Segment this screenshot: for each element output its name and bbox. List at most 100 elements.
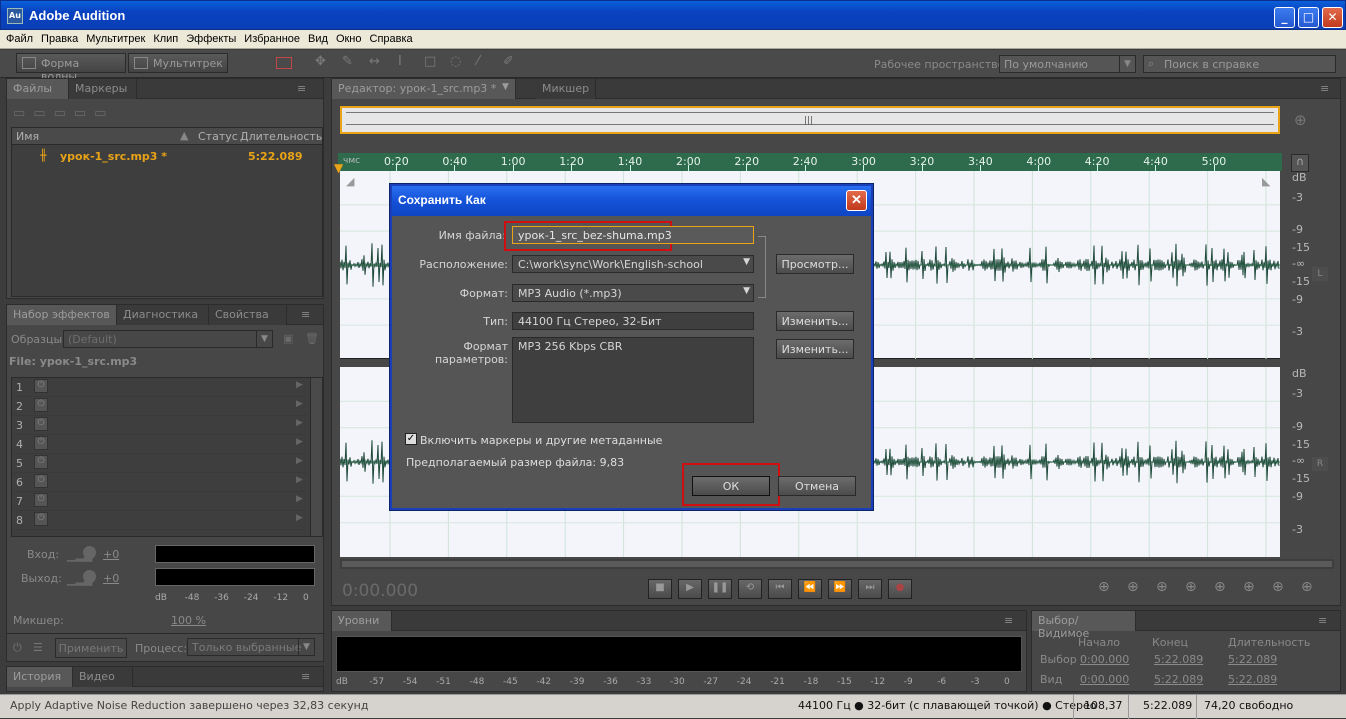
horizontal-scrollbar[interactable] [340,559,1334,569]
spot-healing-tool-icon[interactable]: ✐ [503,54,514,69]
menu-effects[interactable]: Эффекты [182,30,240,45]
panel-menu-icon[interactable]: ≡ [297,82,306,95]
view-duration[interactable]: 5:22.089 [1228,673,1277,686]
fast-forward-icon[interactable]: ⏩ [828,579,852,599]
menu-clip[interactable]: Клип [149,30,182,45]
close-button[interactable]: ✕ [1322,7,1343,28]
workspace-select[interactable]: По умолчанию ▼ [999,55,1136,73]
col-name[interactable]: Имя [16,130,39,143]
fade-out-handle-icon[interactable]: ◣ [1262,175,1270,188]
effect-slot[interactable]: 7 ⏻ ▶ [12,492,308,511]
effect-slot[interactable]: 2 ⏻ ▶ [12,397,308,416]
zoom-out-amplitude-icon[interactable]: ⊕ [1127,579,1139,595]
chevron-right-icon[interactable]: ▶ [296,380,303,390]
power-icon[interactable]: ⏻ [34,417,48,431]
zoom-icon[interactable]: ⊕ [1294,111,1307,129]
zoom-in-right-icon[interactable]: ⊕ [1301,579,1313,595]
tab-markers[interactable]: Маркеры [69,79,137,99]
overview-bar[interactable]: ||| [340,106,1280,134]
power-icon[interactable]: ⏻ [34,455,48,469]
snap-icon[interactable]: ∩ [1291,154,1309,172]
menu-view[interactable]: Вид [304,30,332,45]
output-value[interactable]: +0 [103,572,119,585]
effect-slot[interactable]: 1 ⏻ ▶ [12,378,308,397]
minimize-button[interactable]: _ [1274,7,1295,28]
selection-duration[interactable]: 5:22.089 [1228,653,1277,666]
lasso-tool-icon[interactable]: ◌ [450,54,461,69]
tab-properties[interactable]: Свойства [209,305,287,325]
help-search-input[interactable]: ⌕ Поиск в справке [1143,55,1336,73]
panel-menu-icon[interactable]: ≡ [1320,82,1329,95]
waveform-view-button[interactable]: Форма волны [16,53,126,83]
chevron-right-icon[interactable]: ▶ [296,399,303,409]
view-end[interactable]: 5:22.089 [1154,673,1203,686]
tab-history[interactable]: История [7,667,73,687]
cancel-button[interactable]: Отмена [778,476,856,496]
tab-selection-view[interactable]: Выбор/Видимое [1032,611,1136,640]
location-select[interactable]: C:\work\sync\Work\English-school ▼ [512,255,754,273]
zoom-selection-icon[interactable]: ⊕ [1243,579,1255,595]
browse-button[interactable]: Просмотр... [776,254,854,274]
effects-scrollbar[interactable] [310,378,322,536]
save-preset-icon[interactable]: ▣ [283,332,293,345]
panel-menu-icon[interactable]: ≡ [1004,614,1013,627]
ok-button[interactable]: ОК [692,476,770,496]
power-icon[interactable]: ⏻ [34,436,48,450]
channel-left-badge[interactable]: L [1312,267,1328,281]
tab-diagnostics[interactable]: Диагностика [117,305,209,325]
menu-multitrack[interactable]: Мультитрек [82,30,149,45]
power-icon[interactable]: ⏻ [34,493,48,507]
effect-slot[interactable]: 3 ⏻ ▶ [12,416,308,435]
chevron-right-icon[interactable]: ▶ [296,456,303,466]
channel-right-badge[interactable]: R [1312,457,1328,471]
zoom-out-time-icon[interactable]: ⊕ [1185,579,1197,595]
time-selection-tool-icon[interactable]: I [398,54,402,69]
chevron-right-icon[interactable]: ▶ [296,437,303,447]
tab-levels[interactable]: Уровни [332,611,392,631]
menu-file[interactable]: Файл [0,30,37,45]
overview-handle-icon[interactable]: ||| [804,116,813,126]
power-icon[interactable]: ⏻ [34,512,48,526]
zoom-in-amplitude-icon[interactable]: ⊕ [1098,579,1110,595]
maximize-button[interactable]: □ [1298,7,1319,28]
record-icon[interactable]: ● [888,579,912,599]
metadata-checkbox[interactable]: ✓ [405,433,417,445]
selection-end[interactable]: 5:22.089 [1154,653,1203,666]
move-tool-icon[interactable]: ✥ [315,54,326,69]
brush-tool-icon[interactable]: ⁄ [477,54,479,69]
selection-start[interactable]: 0:00.000 [1080,653,1129,666]
col-duration[interactable]: Длительность [240,130,322,143]
input-knob[interactable] [83,546,96,559]
tab-files[interactable]: Файлы [7,79,69,99]
menu-window[interactable]: Окно [332,30,366,45]
tab-video[interactable]: Видео [73,667,133,687]
menu-help[interactable]: Справка [366,30,417,45]
col-status[interactable]: Статус [198,130,238,143]
output-knob[interactable] [83,570,96,583]
file-row[interactable]: ╫ урок-1_src.mp3 * 5:22.089 [12,148,322,166]
change-type-button[interactable]: Изменить... [776,311,854,331]
scrollbar-thumb[interactable] [342,561,1332,567]
time-ruler[interactable]: чмс 0:20 0:40 1:00 1:20 1:40 2:00 2:20 2:40 3:00… [338,153,1282,171]
change-params-button[interactable]: Изменить... [776,339,854,359]
marquee-tool-icon[interactable]: □ [424,54,436,69]
multitrack-view-button[interactable]: Мультитрек [128,53,228,73]
effect-slot[interactable]: 6 ⏻ ▶ [12,473,308,492]
files-toolbar-icons[interactable]: ▭▭▭▭▭ [13,106,114,121]
rewind-icon[interactable]: ⏪ [798,579,822,599]
power-icon[interactable]: ⏻ [34,474,48,488]
list-icon[interactable]: ☰ [33,641,43,654]
chevron-right-icon[interactable]: ▶ [296,513,303,523]
razor-tool-icon[interactable]: ✎ [342,54,353,69]
loop-icon[interactable]: ⟲ [738,579,762,599]
tab-mixer[interactable]: Микшер [536,79,596,99]
zoom-full-icon[interactable]: ⊕ [1214,579,1226,595]
mixer-value[interactable]: 100 % [171,614,206,627]
filename-input[interactable]: урок-1_src_bez-shuma.mp3 [512,226,754,244]
panel-menu-icon[interactable]: ≡ [301,308,310,321]
zoom-in-left-icon[interactable]: ⊕ [1272,579,1284,595]
delete-preset-icon[interactable]: 🗑 [305,332,319,345]
menu-favorites[interactable]: Избранное [240,30,304,45]
tab-effects-rack[interactable]: Набор эффектов [7,305,117,325]
go-to-end-icon[interactable]: ⏭ [858,579,882,599]
